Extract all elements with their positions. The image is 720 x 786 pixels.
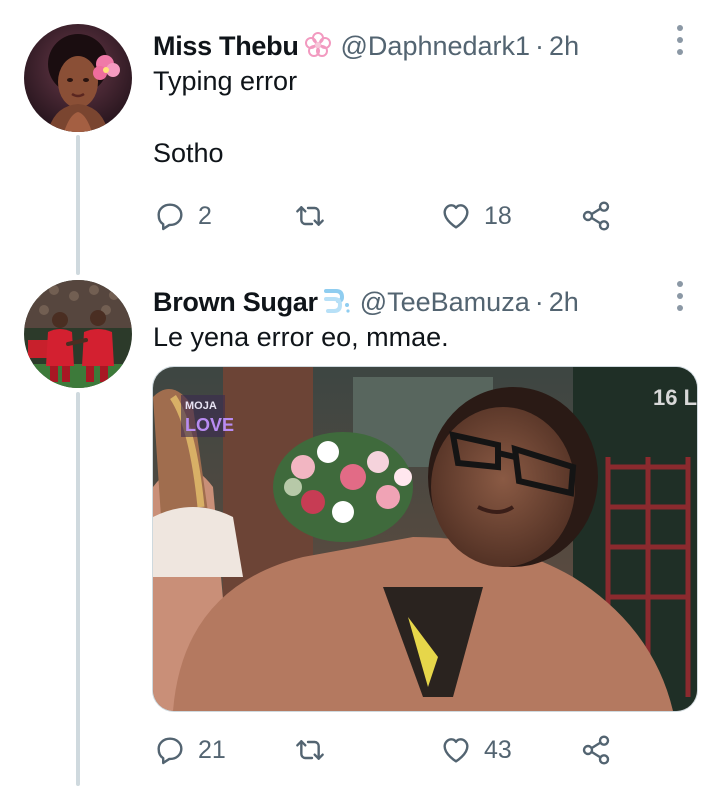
share-button[interactable] bbox=[580, 194, 612, 238]
retweet-icon bbox=[296, 740, 324, 760]
display-name[interactable]: Miss Thebu bbox=[153, 30, 299, 62]
flower-emoji-icon bbox=[303, 31, 333, 59]
svg-text:LOVE: LOVE bbox=[185, 415, 234, 435]
avatar-miss-thebu[interactable] bbox=[24, 24, 132, 132]
heart-icon bbox=[443, 738, 469, 763]
tweet-header: Miss Thebu @Daphnedark1 · 2h bbox=[153, 27, 579, 62]
avatar-brown-sugar[interactable] bbox=[24, 280, 132, 388]
tweet-actions: 2 18 bbox=[154, 194, 634, 238]
tweet-header: Brown Sugar @TeeBamuza · 2h bbox=[153, 283, 579, 318]
thread-line-top bbox=[76, 135, 80, 275]
svg-text:MOJA: MOJA bbox=[185, 400, 217, 412]
heart-icon bbox=[443, 204, 469, 229]
reply-count: 21 bbox=[198, 735, 226, 764]
dash-emoji-icon bbox=[322, 287, 352, 315]
reply-icon bbox=[157, 203, 183, 231]
user-handle[interactable]: @TeeBamuza bbox=[360, 286, 530, 318]
display-name[interactable]: Brown Sugar bbox=[153, 286, 318, 318]
more-options-icon[interactable] bbox=[668, 276, 692, 316]
media-photo: MOJA LOVE 16 L bbox=[153, 367, 697, 711]
share-icon bbox=[582, 201, 610, 231]
retweet-icon bbox=[296, 206, 324, 226]
share-icon bbox=[582, 735, 610, 765]
user-handle[interactable]: @Daphnedark1 bbox=[341, 30, 531, 62]
separator-dot: · bbox=[535, 31, 545, 61]
like-count: 43 bbox=[484, 735, 512, 764]
tweet-media-image[interactable]: MOJA LOVE 16 L bbox=[152, 366, 698, 712]
tweet-actions: 21 43 bbox=[154, 728, 634, 772]
corner-rating-text: 16 L bbox=[653, 385, 697, 410]
avatar-image bbox=[24, 24, 132, 132]
avatar-image bbox=[24, 280, 132, 388]
thread-line-bottom bbox=[76, 392, 80, 786]
tweet-text: Typing error Sotho bbox=[153, 66, 298, 168]
like-button[interactable]: 18 bbox=[440, 194, 512, 238]
tweet-text: Le yena error eo, mmae. bbox=[153, 322, 449, 352]
separator-dot: · bbox=[534, 287, 544, 317]
reply-count: 2 bbox=[198, 201, 212, 230]
timestamp[interactable]: 2h bbox=[549, 286, 579, 318]
timestamp[interactable]: 2h bbox=[549, 30, 579, 62]
retweet-button[interactable] bbox=[294, 728, 338, 772]
reply-button[interactable]: 21 bbox=[154, 728, 226, 772]
reply-button[interactable]: 2 bbox=[154, 194, 212, 238]
more-options-icon[interactable] bbox=[668, 20, 692, 60]
share-button[interactable] bbox=[580, 728, 612, 772]
like-count: 18 bbox=[484, 201, 512, 230]
retweet-button[interactable] bbox=[294, 194, 338, 238]
like-button[interactable]: 43 bbox=[440, 728, 512, 772]
reply-icon bbox=[157, 737, 183, 765]
